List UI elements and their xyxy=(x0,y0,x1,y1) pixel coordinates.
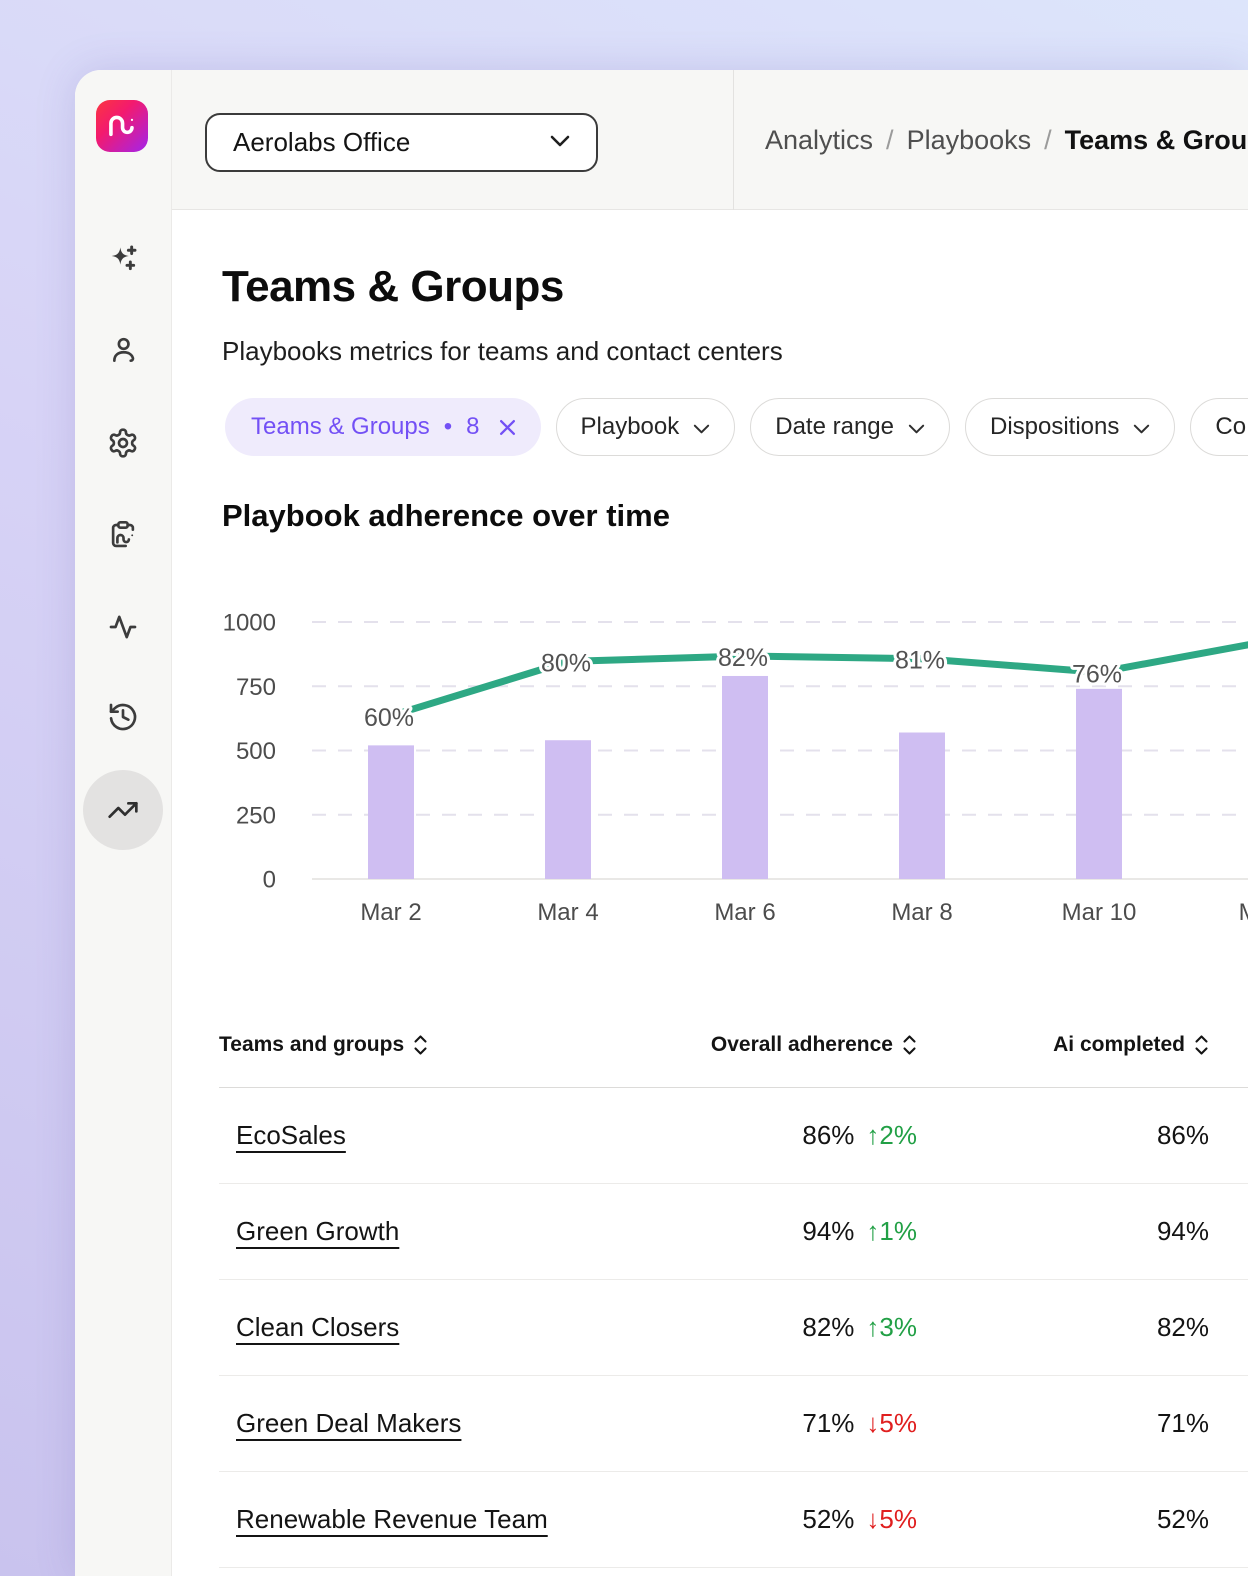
team-link[interactable]: Renewable Revenue Team xyxy=(236,1504,548,1535)
team-link[interactable]: EcoSales xyxy=(236,1120,346,1151)
chevron-down-icon xyxy=(908,413,925,441)
line-point-label: 81% xyxy=(895,647,945,675)
clipped-filter[interactable]: Co xyxy=(1190,398,1248,456)
page-subtitle: Playbooks metrics for teams and contact … xyxy=(222,336,783,367)
x-axis-tick: Mar 8 xyxy=(891,899,952,926)
trending-up-icon[interactable] xyxy=(105,792,141,828)
adherence-delta: ↑3% xyxy=(866,1312,917,1343)
col-header-adherence[interactable]: Overall adherence xyxy=(657,1033,917,1057)
filter-count: 8 xyxy=(466,413,479,441)
ai-completed-cell: 71% xyxy=(917,1408,1209,1439)
adherence-cell: 71% ↓5% xyxy=(657,1408,917,1439)
adherence-delta: ↑2% xyxy=(866,1120,917,1151)
close-icon[interactable] xyxy=(498,418,517,437)
adherence-cell: 94% ↑1% xyxy=(657,1216,917,1247)
sort-icon[interactable] xyxy=(413,1033,428,1057)
y-axis-tick: 250 xyxy=(236,802,276,829)
y-axis-tick: 500 xyxy=(236,738,276,765)
app-logo-icon[interactable] xyxy=(96,100,148,152)
settings-gear-icon[interactable] xyxy=(105,425,141,461)
playbook-clipboard-icon[interactable] xyxy=(105,517,141,553)
breadcrumb-current: Teams & Groups xyxy=(1065,125,1248,156)
sort-icon[interactable] xyxy=(902,1033,917,1057)
line-point-label: 76% xyxy=(1072,660,1122,688)
chevron-down-icon xyxy=(693,413,710,441)
team-link[interactable]: Clean Closers xyxy=(236,1312,399,1343)
user-icon[interactable] xyxy=(105,332,141,368)
table-header: Teams and groups Overall adherence Ai co… xyxy=(219,1002,1248,1088)
adherence-value: 52% xyxy=(802,1504,854,1535)
app-window: Aerolabs Office Analytics / Playbooks / … xyxy=(75,70,1248,1576)
teams-table: Teams and groups Overall adherence Ai co… xyxy=(219,1002,1248,1568)
main-content: Teams & Groups Playbooks metrics for tea… xyxy=(172,210,1248,1576)
adherence-delta: ↓5% xyxy=(866,1408,917,1439)
x-axis-tick: Mar 2 xyxy=(360,899,421,926)
breadcrumb: Analytics / Playbooks / Teams & Groups xyxy=(765,70,1248,210)
adherence-value: 86% xyxy=(802,1120,854,1151)
dispositions-filter[interactable]: Dispositions xyxy=(965,398,1175,456)
adherence-cell: 82% ↑3% xyxy=(657,1312,917,1343)
ai-completed-cell: 82% xyxy=(917,1312,1209,1343)
x-axis-tick: Mar 12 xyxy=(1239,899,1248,926)
team-link[interactable]: Green Deal Makers xyxy=(236,1408,461,1439)
breadcrumb-analytics[interactable]: Analytics xyxy=(765,125,873,156)
adherence-delta: ↑1% xyxy=(866,1216,917,1247)
activity-icon[interactable] xyxy=(105,609,141,645)
ai-completed-cell: 86% xyxy=(917,1120,1209,1151)
table-row: EcoSales86%↑2%86% xyxy=(219,1088,1248,1184)
adherence-cell: 86% ↑2% xyxy=(657,1120,917,1151)
filter-bar: Teams & Groups • 8 Playbook Date range D… xyxy=(225,398,1248,456)
page-title: Teams & Groups xyxy=(222,262,564,312)
table-row: Clean Closers82%↑3%82% xyxy=(219,1280,1248,1376)
col-header-teams[interactable]: Teams and groups xyxy=(219,1033,657,1057)
active-filter-chip[interactable]: Teams & Groups • 8 xyxy=(225,398,541,456)
adherence-delta: ↓5% xyxy=(866,1504,917,1535)
sort-icon[interactable] xyxy=(1194,1033,1209,1057)
top-header: Aerolabs Office Analytics / Playbooks / … xyxy=(172,70,1248,210)
y-axis-tick: 1000 xyxy=(223,610,276,637)
sparkles-icon[interactable] xyxy=(105,242,141,278)
adherence-value: 94% xyxy=(802,1216,854,1247)
volume-bar[interactable] xyxy=(545,740,591,879)
line-point-label: 80% xyxy=(541,649,591,677)
playbook-filter[interactable]: Playbook xyxy=(556,398,736,456)
header-divider xyxy=(733,70,734,210)
ai-completed-cell: 52% xyxy=(917,1504,1209,1535)
volume-bar[interactable] xyxy=(899,733,945,879)
chevron-down-icon xyxy=(1133,413,1150,441)
x-axis-tick: Mar 4 xyxy=(537,899,598,926)
col-header-ai-completed[interactable]: Ai completed xyxy=(917,1033,1209,1057)
adherence-value: 71% xyxy=(802,1408,854,1439)
x-axis-tick: Mar 10 xyxy=(1062,899,1137,926)
chevron-down-icon xyxy=(550,134,570,152)
workspace-selector[interactable]: Aerolabs Office xyxy=(205,113,598,172)
team-link[interactable]: Green Growth xyxy=(236,1216,399,1247)
table-row: Green Deal Makers71%↓5%71% xyxy=(219,1376,1248,1472)
line-point-label: 60% xyxy=(364,704,414,732)
ai-completed-cell: 94% xyxy=(917,1216,1209,1247)
line-point-label: 82% xyxy=(718,644,768,672)
table-row: Renewable Revenue Team52%↓5%52% xyxy=(219,1472,1248,1568)
volume-bar[interactable] xyxy=(1076,689,1122,879)
adherence-chart: 0 250 500 750 1000 60% 80% 82% 81% 76% Mar 2 Mar 4 M… xyxy=(172,590,1248,940)
chart-title: Playbook adherence over time xyxy=(222,498,670,534)
history-icon[interactable] xyxy=(105,699,141,735)
y-axis-tick: 750 xyxy=(236,674,276,701)
volume-bar[interactable] xyxy=(368,745,414,879)
adherence-value: 82% xyxy=(802,1312,854,1343)
x-axis-tick: Mar 6 xyxy=(714,899,775,926)
y-axis-tick: 0 xyxy=(263,867,276,894)
adherence-cell: 52% ↓5% xyxy=(657,1504,917,1535)
breadcrumb-playbooks[interactable]: Playbooks xyxy=(907,125,1032,156)
sidebar xyxy=(75,70,172,1576)
table-body: EcoSales86%↑2%86%Green Growth94%↑1%94%Cl… xyxy=(219,1088,1248,1568)
volume-bar[interactable] xyxy=(722,676,768,879)
table-row: Green Growth94%↑1%94% xyxy=(219,1184,1248,1280)
date-range-filter[interactable]: Date range xyxy=(750,398,950,456)
workspace-name: Aerolabs Office xyxy=(233,127,410,158)
